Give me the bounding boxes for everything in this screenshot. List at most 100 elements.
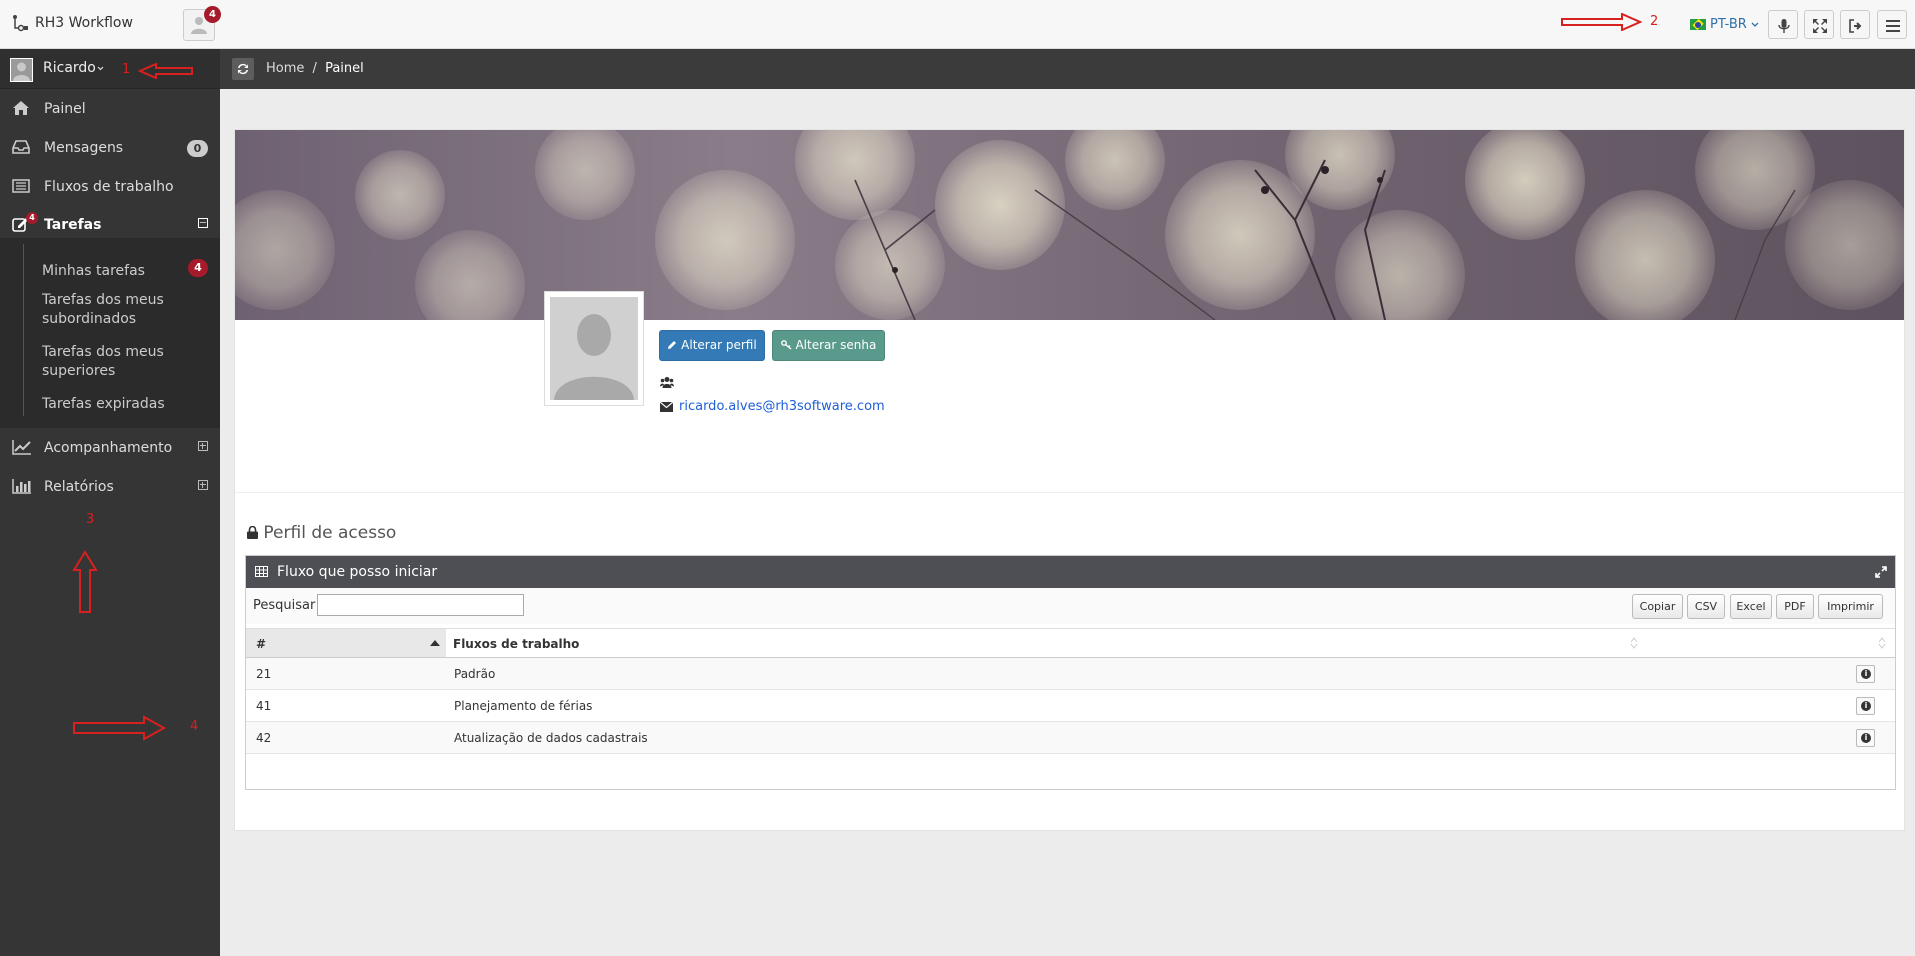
annotation-arrow-2 [1561,13,1642,31]
key-icon [780,340,792,350]
app-title: RH3 Workflow [35,15,133,31]
line-chart-icon [12,440,31,455]
messages-count-badge: 0 [187,140,208,157]
table-row[interactable]: 21 Padrão i [246,658,1895,690]
logout-button[interactable] [1840,10,1870,39]
notifications-button[interactable]: 4 [183,6,221,41]
sidebar-subitem-expiradas[interactable]: Tarefas expiradas [42,395,165,414]
main-content: Alterar perfil Alterar senha ricardo.alv… [234,129,1905,831]
sidebar-subitem-superiores[interactable]: Tarefas dos meus superiores [42,343,182,381]
user-menu[interactable]: Ricardo 1 [0,49,220,89]
collapse-icon[interactable] [198,218,208,228]
language-label: PT-BR [1710,17,1747,32]
home-icon [13,101,29,115]
menu-button[interactable] [1877,10,1907,39]
info-button[interactable]: i [1856,697,1875,715]
expand-icon[interactable] [198,480,208,490]
breadcrumb-home[interactable]: Home [266,61,304,76]
table-header: # Fluxos de trabalho [246,628,1895,658]
sidebar-item-acompanhamento[interactable]: Acompanhamento [0,429,220,467]
info-icon: i [1861,669,1871,679]
language-selector[interactable]: PT-BR [1690,17,1759,32]
chevron-down-icon [1751,22,1759,27]
list-alt-icon [12,179,30,193]
avatar [10,58,33,82]
refresh-button[interactable] [232,58,254,80]
breadcrumb-bar: Home / Painel [220,49,1915,89]
search-label: Pesquisar [253,598,316,613]
annotation-arrow-1 [138,63,193,79]
envelope-icon [660,402,673,412]
inbox-icon [12,140,30,154]
annotation-arrow-3 [72,550,98,613]
sidebar-item-painel[interactable]: Painel [0,90,220,128]
pdf-button[interactable]: PDF [1776,594,1814,619]
excel-button[interactable]: Excel [1730,594,1772,619]
notifications-badge: 4 [204,6,221,23]
sidebar-item-fluxos[interactable]: Fluxos de trabalho [0,168,220,206]
table-row[interactable]: 41 Planejamento de férias i [246,690,1895,722]
sidebar: Ricardo 1 Painel Mensagens 0 Fluxos de t… [0,49,220,956]
tarefas-submenu: Minhas tarefas Tarefas dos meus subordin… [0,238,220,428]
sidebar-item-label: Fluxos de trabalho [44,179,174,195]
fullscreen-button[interactable] [1804,10,1834,39]
banner-branches-illustration [854,159,1796,320]
access-profile-title-text: Perfil de acesso [263,523,397,543]
brazil-flag-icon [1690,19,1706,30]
info-icon: i [1861,733,1871,743]
sort-icon[interactable] [1878,637,1886,649]
expand-arrows-icon[interactable] [1875,566,1887,578]
sidebar-item-label: Mensagens [44,140,124,156]
tarefas-icon-badge: 4 [26,212,38,224]
chevron-down-icon [97,66,104,71]
column-header-workflows[interactable]: Fluxos de trabalho [453,637,579,651]
sidebar-subitem-minhas-tarefas[interactable]: Minhas tarefas [42,262,145,281]
expand-icon[interactable] [198,441,208,451]
sidebar-item-label: Acompanhamento [44,440,173,456]
annotation-arrow-4 [73,715,166,741]
info-icon: i [1861,701,1871,711]
table-toolbar: Pesquisar Copiar CSV Excel PDF Imprimir [246,588,1895,624]
info-button[interactable]: i [1856,729,1875,747]
profile-email-link[interactable]: ricardo.alves@rh3software.com [679,399,885,414]
sidebar-subitem-subordinados[interactable]: Tarefas dos meus subordinados [42,291,182,329]
edit-profile-label: Alterar perfil [681,338,757,352]
row-id: 41 [256,699,272,713]
hamburger-icon [1886,20,1900,32]
edit-profile-button[interactable]: Alterar perfil [659,330,765,361]
users-group-icon [660,377,674,388]
sort-icon[interactable] [1630,637,1638,649]
breadcrumb-separator: / [312,61,317,76]
microphone-icon [1778,19,1790,33]
sidebar-item-mensagens[interactable]: Mensagens 0 [0,129,220,167]
search-input[interactable] [317,594,524,616]
column-id-label: # [256,637,267,651]
expand-icon [1813,19,1827,33]
avatar-silhouette-icon [11,59,32,81]
user-name: Ricardo [43,60,96,76]
change-password-button[interactable]: Alterar senha [772,330,885,361]
row-workflow-name: Padrão [454,667,496,681]
annotation-number-2: 2 [1650,14,1659,29]
profile-picture [544,291,644,406]
pencil-icon [668,341,677,349]
table-icon [255,566,268,577]
print-button[interactable]: Imprimir [1818,594,1883,619]
app-logo[interactable]: RH3 Workflow [12,14,133,32]
row-id: 42 [256,731,272,745]
refresh-icon [238,63,248,75]
microphone-button[interactable] [1768,10,1798,39]
info-button[interactable]: i [1856,665,1875,683]
access-profile-title: Perfil de acesso [247,523,396,543]
copy-button[interactable]: Copiar [1632,594,1683,619]
column-header-id[interactable]: # [246,629,446,657]
row-id: 21 [256,667,272,681]
breadcrumb-current: Painel [325,61,364,76]
csv-button[interactable]: CSV [1687,594,1725,619]
sidebar-item-relatorios[interactable]: Relatórios [0,468,220,506]
change-password-label: Alterar senha [795,338,877,352]
sidebar-item-label: Tarefas [44,217,102,233]
lock-icon [247,525,258,539]
row-workflow-name: Planejamento de férias [454,699,593,713]
table-row[interactable]: 42 Atualização de dados cadastrais i [246,722,1895,754]
